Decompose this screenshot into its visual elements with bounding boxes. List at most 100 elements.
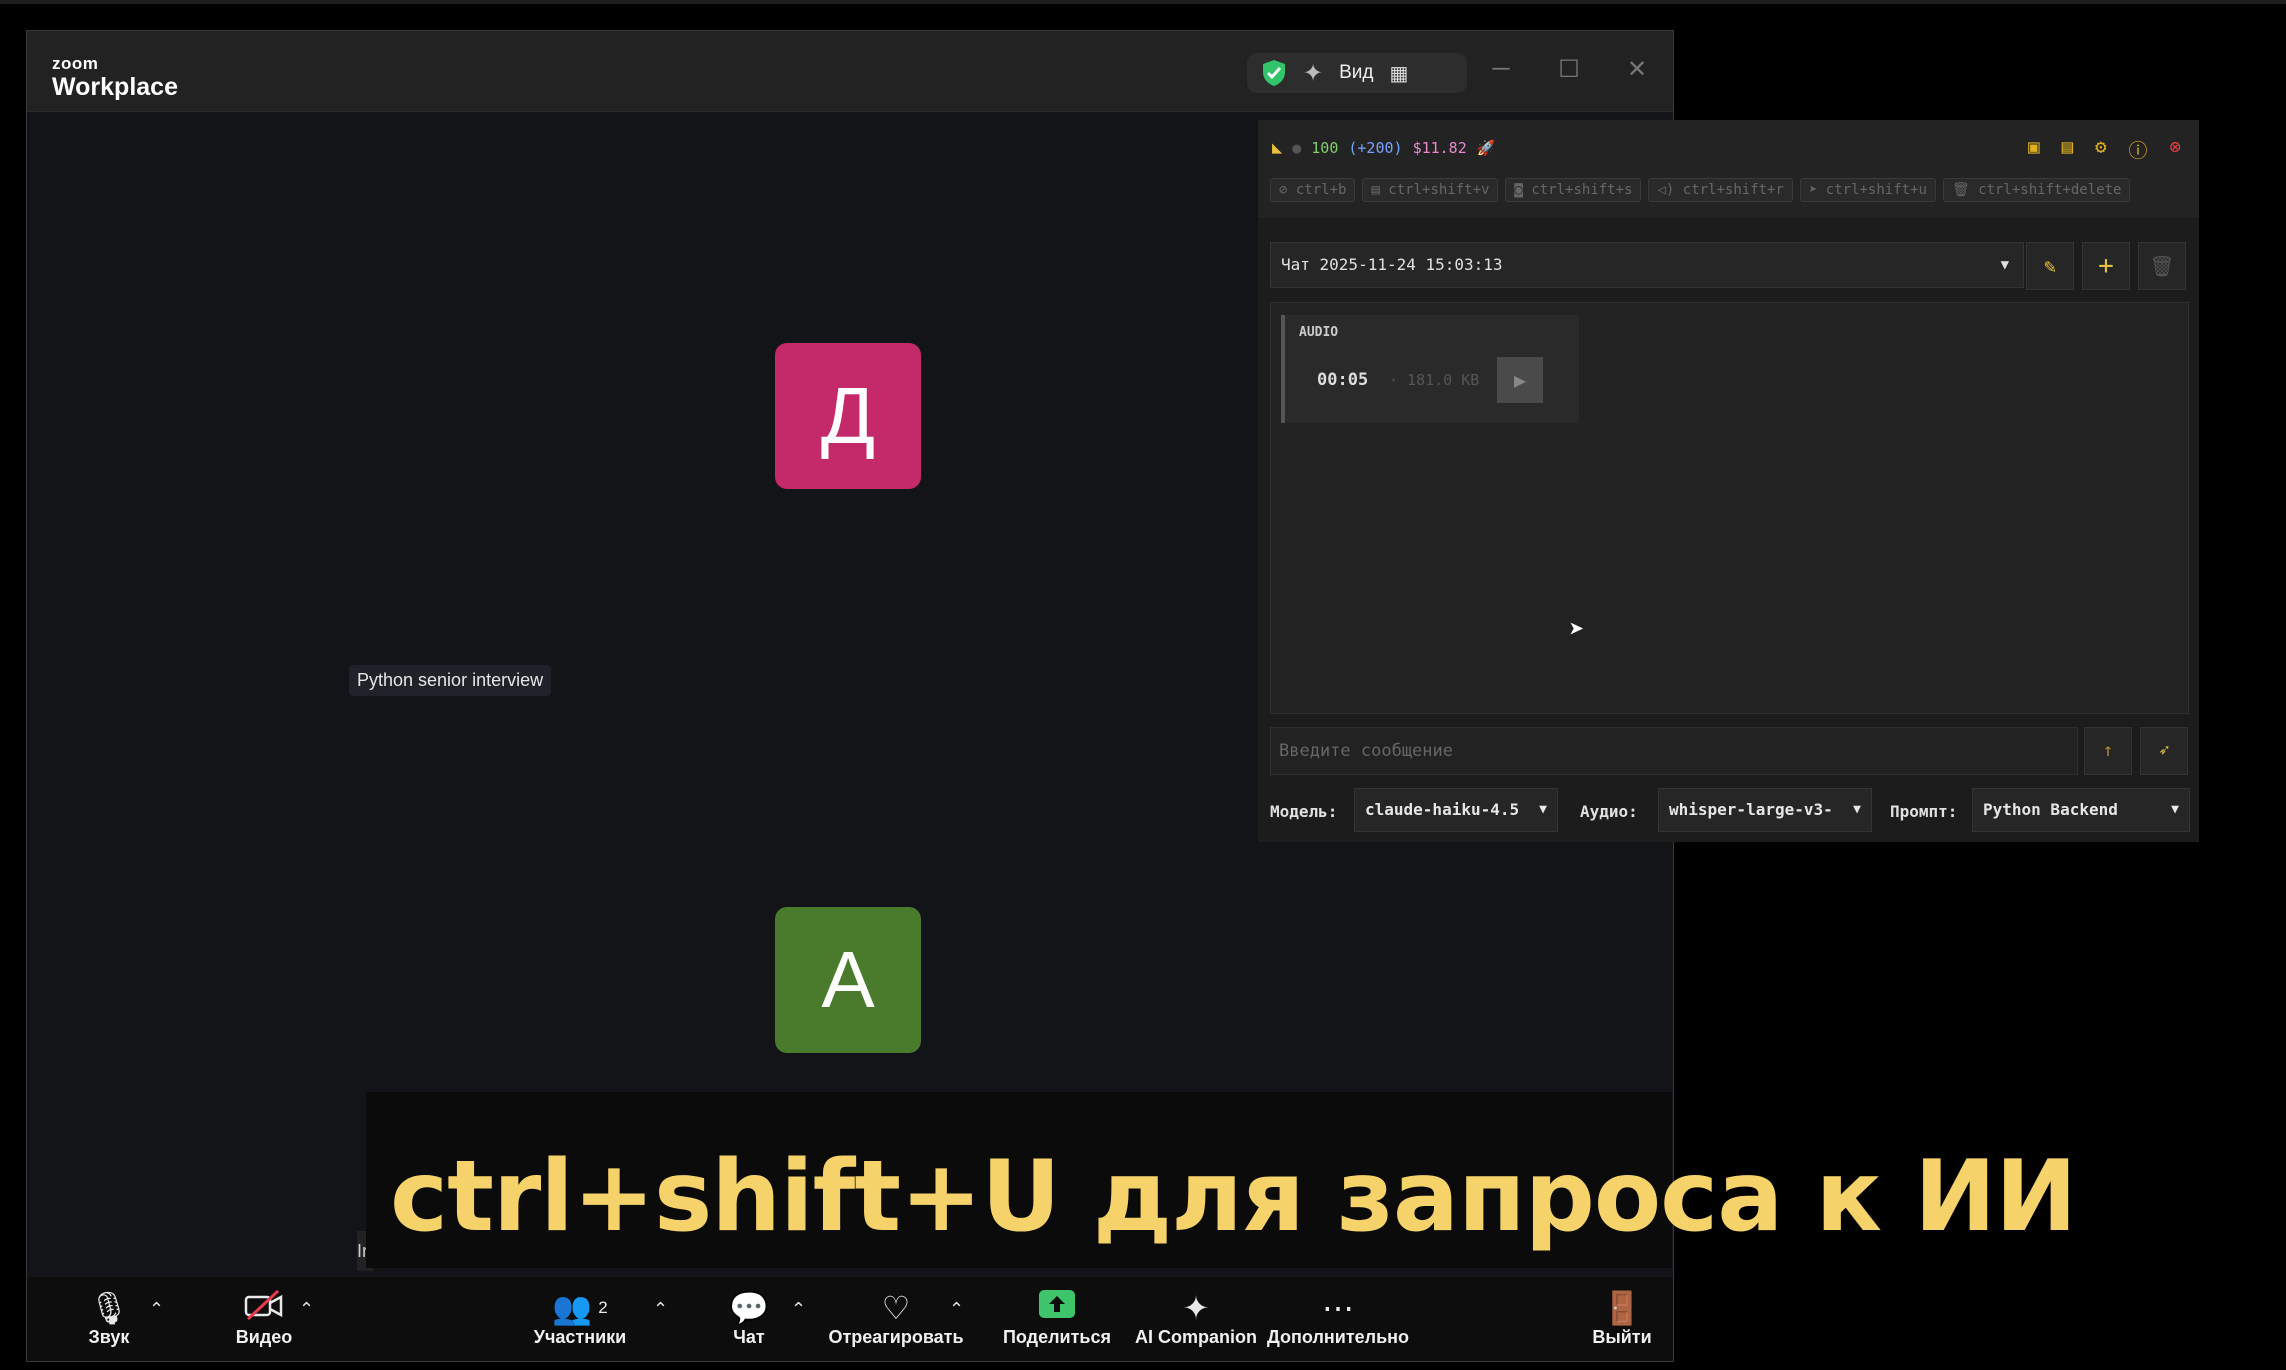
model-select[interactable]: claude-haiku-4.5 ▼ <box>1354 788 1558 832</box>
ai-assistant-panel: ◣ ● 100 (+200) $11.82 🚀 ▣ ▤ ⚙ ⓘ ⊗ ⊘ ctrl… <box>1258 120 2199 842</box>
new-chat-button[interactable]: + <box>2082 242 2130 290</box>
participants-button[interactable]: 👥 2 Участники <box>505 1289 655 1348</box>
sparkle-icon: ✦ <box>1182 1290 1210 1326</box>
zoom-logo: zoom Workplace <box>52 54 178 102</box>
ai-companion-label: AI Companion <box>1135 1327 1257 1347</box>
leave-button[interactable]: 🚪 Выйти <box>1577 1289 1667 1348</box>
audio-tag: AUDIO <box>1299 325 1339 340</box>
sparkle-icon[interactable]: ✦ <box>1303 59 1323 88</box>
chevron-down-icon: ▼ <box>1849 789 1861 831</box>
more-label: Дополнительно <box>1266 1327 1410 1347</box>
hotkey-label: ctrl+shift+u <box>1825 182 1927 198</box>
window-icon[interactable]: ▤ <box>2062 136 2073 163</box>
audio-model-select[interactable]: whisper-large-v3- ▼ <box>1658 788 1872 832</box>
hotkey-label: ctrl+shift+v <box>1388 182 1490 198</box>
ai-panel-header: ◣ ● 100 (+200) $11.82 🚀 ▣ ▤ ⚙ ⓘ ⊗ ⊘ ctrl… <box>1258 120 2199 218</box>
plus-icon: + <box>2098 251 2114 281</box>
audio-label: Аудио: <box>1580 802 1638 821</box>
hotkey-bar: ⊘ ctrl+b ▤ ctrl+shift+v ◙ ctrl+shift+s ◁… <box>1270 178 2131 202</box>
audio-options-chevron-icon[interactable]: ⌃ <box>149 1299 164 1320</box>
hotkey-send[interactable]: ➤ ctrl+shift+u <box>1799 178 1936 202</box>
audio-message: AUDIO 00:05 · 181.0 KB ▶ <box>1281 315 1579 423</box>
hotkey-label: ctrl+shift+r <box>1682 182 1784 198</box>
send-ai-button[interactable]: ➶ <box>2140 727 2188 775</box>
rename-chat-button[interactable]: ✎ <box>2026 242 2074 290</box>
participants-label: Участники <box>533 1327 627 1347</box>
gear-icon[interactable]: ⚙ <box>2095 136 2106 163</box>
settings-row: Модель: claude-haiku-4.5 ▼ Аудио: whispe… <box>1270 788 2190 832</box>
grid-icon[interactable]: ▦ <box>1389 61 1408 86</box>
zoom-logo-small: zoom <box>52 54 99 73</box>
zoom-view-toolbar: ✦ Вид ▦ <box>1247 53 1467 93</box>
zoom-logo-big: Workplace <box>52 73 178 101</box>
chat-button[interactable]: 💬 Чат <box>709 1289 789 1348</box>
info-icon[interactable]: ⓘ <box>2129 136 2148 163</box>
close-icon[interactable]: ✕ <box>1625 55 1649 84</box>
hotkey-delete[interactable]: 🗑 ctrl+shift+delete <box>1942 178 2131 202</box>
chat-bubble-icon: 💬 <box>729 1290 769 1326</box>
prompt-select[interactable]: Python Backend ▼ <box>1972 788 2190 832</box>
participants-count: 2 <box>598 1298 608 1317</box>
delete-chat-button[interactable]: 🗑 <box>2138 242 2186 290</box>
message-input[interactable]: Введите сообщение <box>1270 727 2078 775</box>
audio-label: Звук <box>88 1327 130 1347</box>
video-caption-box: ctrl+shift+U для запроса к ИИ <box>366 1092 2077 1268</box>
cost-value: $11.82 <box>1412 139 1467 157</box>
trash-icon: 🗑 <box>2149 254 2175 278</box>
react-label: Отреагировать <box>828 1327 964 1347</box>
prompt-value: Python Backend <box>1983 800 2118 819</box>
screen-top-edge <box>0 0 2286 4</box>
rocket-icon: 🚀 <box>1476 139 1496 157</box>
send-up-button[interactable]: ↑ <box>2084 727 2132 775</box>
chevron-down-icon: ▼ <box>2000 257 2009 273</box>
participant-avatar[interactable]: А <box>775 907 921 1053</box>
chip-icon[interactable]: ▣ <box>2028 136 2039 163</box>
chat-selector[interactable]: Чат 2025-11-24 15:03:13 ▼ <box>1270 242 2024 288</box>
audio-size: · 181.0 KB <box>1389 371 1480 389</box>
leave-label: Выйти <box>1592 1327 1652 1347</box>
participants-icon: 👥 2 <box>552 1290 608 1326</box>
window-controls: ─ ☐ ✕ <box>1489 55 1649 84</box>
participants-options-chevron-icon[interactable]: ⌃ <box>653 1299 668 1320</box>
hotkey-label: ctrl+shift+delete <box>1978 182 2122 198</box>
ai-companion-button[interactable]: ✦ AI Companion <box>1131 1289 1261 1348</box>
close-icon[interactable]: ⊗ <box>2170 136 2181 163</box>
status-dot-icon: ● <box>1292 139 1302 157</box>
model-value: claude-haiku-4.5 <box>1365 800 1520 819</box>
rocket-icon: ➶ <box>2158 740 2170 761</box>
share-label: Поделиться <box>1002 1327 1112 1347</box>
hotkey-paste[interactable]: ▤ ctrl+shift+v <box>1362 178 1499 202</box>
chat-label: Чат <box>733 1327 765 1347</box>
more-button[interactable]: ⋯ Дополнительно <box>1253 1289 1423 1348</box>
hotkey-label: ctrl+shift+s <box>1531 182 1633 198</box>
chevron-down-icon: ▼ <box>1535 789 1547 831</box>
video-caption: ctrl+shift+U для запроса к ИИ <box>390 1140 2077 1254</box>
meeting-toolbar: 🎙 Звук ⌃ Видео ⌃ 👥 2 Участники ⌃ 💬 Чат ⌃ … <box>27 1277 1673 1361</box>
zoom-title-bar: zoom Workplace ✦ Вид ▦ ─ ☐ ✕ <box>27 31 1673 112</box>
shield-icon[interactable] <box>1261 59 1287 87</box>
maximize-icon[interactable]: ☐ <box>1557 55 1581 84</box>
app-logo-icon: ◣ <box>1272 138 1283 158</box>
react-options-chevron-icon[interactable]: ⌃ <box>949 1299 964 1320</box>
chat-title: Чат 2025-11-24 15:03:13 <box>1281 255 1503 274</box>
hotkey-record[interactable]: ◁) ctrl+shift+r <box>1648 178 1793 202</box>
hotkey-label: ctrl+b <box>1295 182 1347 198</box>
model-label: Модель: <box>1270 802 1338 821</box>
hotkey-hide[interactable]: ⊘ ctrl+b <box>1270 178 1356 202</box>
share-button[interactable]: Поделиться <box>987 1289 1127 1348</box>
view-button[interactable]: Вид <box>1339 62 1373 84</box>
credits-delta: (+200) <box>1348 139 1403 157</box>
audio-model-value: whisper-large-v3- <box>1669 800 1833 819</box>
share-screen-icon <box>987 1289 1127 1327</box>
video-options-chevron-icon[interactable]: ⌃ <box>299 1299 314 1320</box>
more-dots-icon: ⋯ <box>1322 1290 1354 1326</box>
credits-count: 100 <box>1311 139 1339 157</box>
microphone-icon: 🎙 <box>88 1290 130 1326</box>
play-icon: ▶ <box>1513 368 1527 392</box>
ai-header-icons: ▣ ▤ ⚙ ⓘ ⊗ <box>2028 136 2181 163</box>
hotkey-screenshot[interactable]: ◙ ctrl+shift+s <box>1505 178 1642 202</box>
participant-avatar[interactable]: Д <box>775 343 921 489</box>
audio-button[interactable]: 🎙 Звук <box>69 1289 149 1348</box>
play-button[interactable]: ▶ <box>1497 357 1543 403</box>
minimize-icon[interactable]: ─ <box>1489 55 1513 84</box>
